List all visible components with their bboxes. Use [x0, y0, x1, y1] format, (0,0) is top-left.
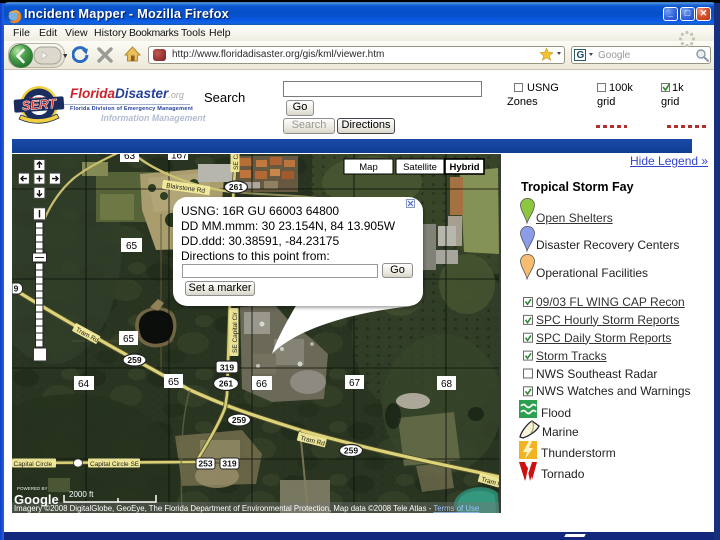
- svg-text:2000 ft: 2000 ft: [69, 490, 94, 499]
- svg-text:253: 253: [198, 459, 212, 469]
- svg-text:319: 319: [222, 459, 236, 469]
- svg-text:259: 259: [344, 446, 358, 456]
- svg-text:259: 259: [127, 355, 141, 365]
- svg-text:66: 66: [256, 379, 268, 390]
- svg-text:Capital Circle: Capital Circle: [14, 461, 53, 468]
- svg-text:POWERED BY: POWERED BY: [17, 486, 48, 491]
- svg-text:68: 68: [441, 379, 453, 390]
- svg-text:167: 167: [171, 154, 188, 162]
- svg-text:Satellite: Satellite: [403, 162, 437, 173]
- svg-text:261: 261: [229, 182, 243, 192]
- svg-text:67: 67: [349, 378, 361, 389]
- svg-text:Imagery ©2008 DigitalGlobe, Ge: Imagery ©2008 DigitalGlobe, GeoEye, The …: [14, 504, 479, 513]
- svg-text:63: 63: [124, 154, 136, 162]
- svg-text:65: 65: [123, 334, 135, 345]
- svg-text:Capital Circle SE: Capital Circle SE: [90, 461, 140, 468]
- svg-text:64: 64: [78, 379, 90, 390]
- svg-text:65: 65: [168, 377, 180, 388]
- svg-text:SE Ca: SE Ca: [233, 154, 240, 170]
- svg-text:65: 65: [126, 241, 138, 252]
- svg-text:261: 261: [219, 379, 233, 389]
- svg-text:Hybrid: Hybrid: [449, 162, 479, 173]
- svg-text:259: 259: [232, 415, 246, 425]
- svg-text:SE Capital Cir: SE Capital Cir: [232, 311, 239, 353]
- svg-text:9: 9: [14, 284, 19, 294]
- svg-text:319: 319: [220, 363, 234, 373]
- svg-text:SERT: SERT: [21, 96, 57, 113]
- svg-text:Map: Map: [359, 162, 377, 173]
